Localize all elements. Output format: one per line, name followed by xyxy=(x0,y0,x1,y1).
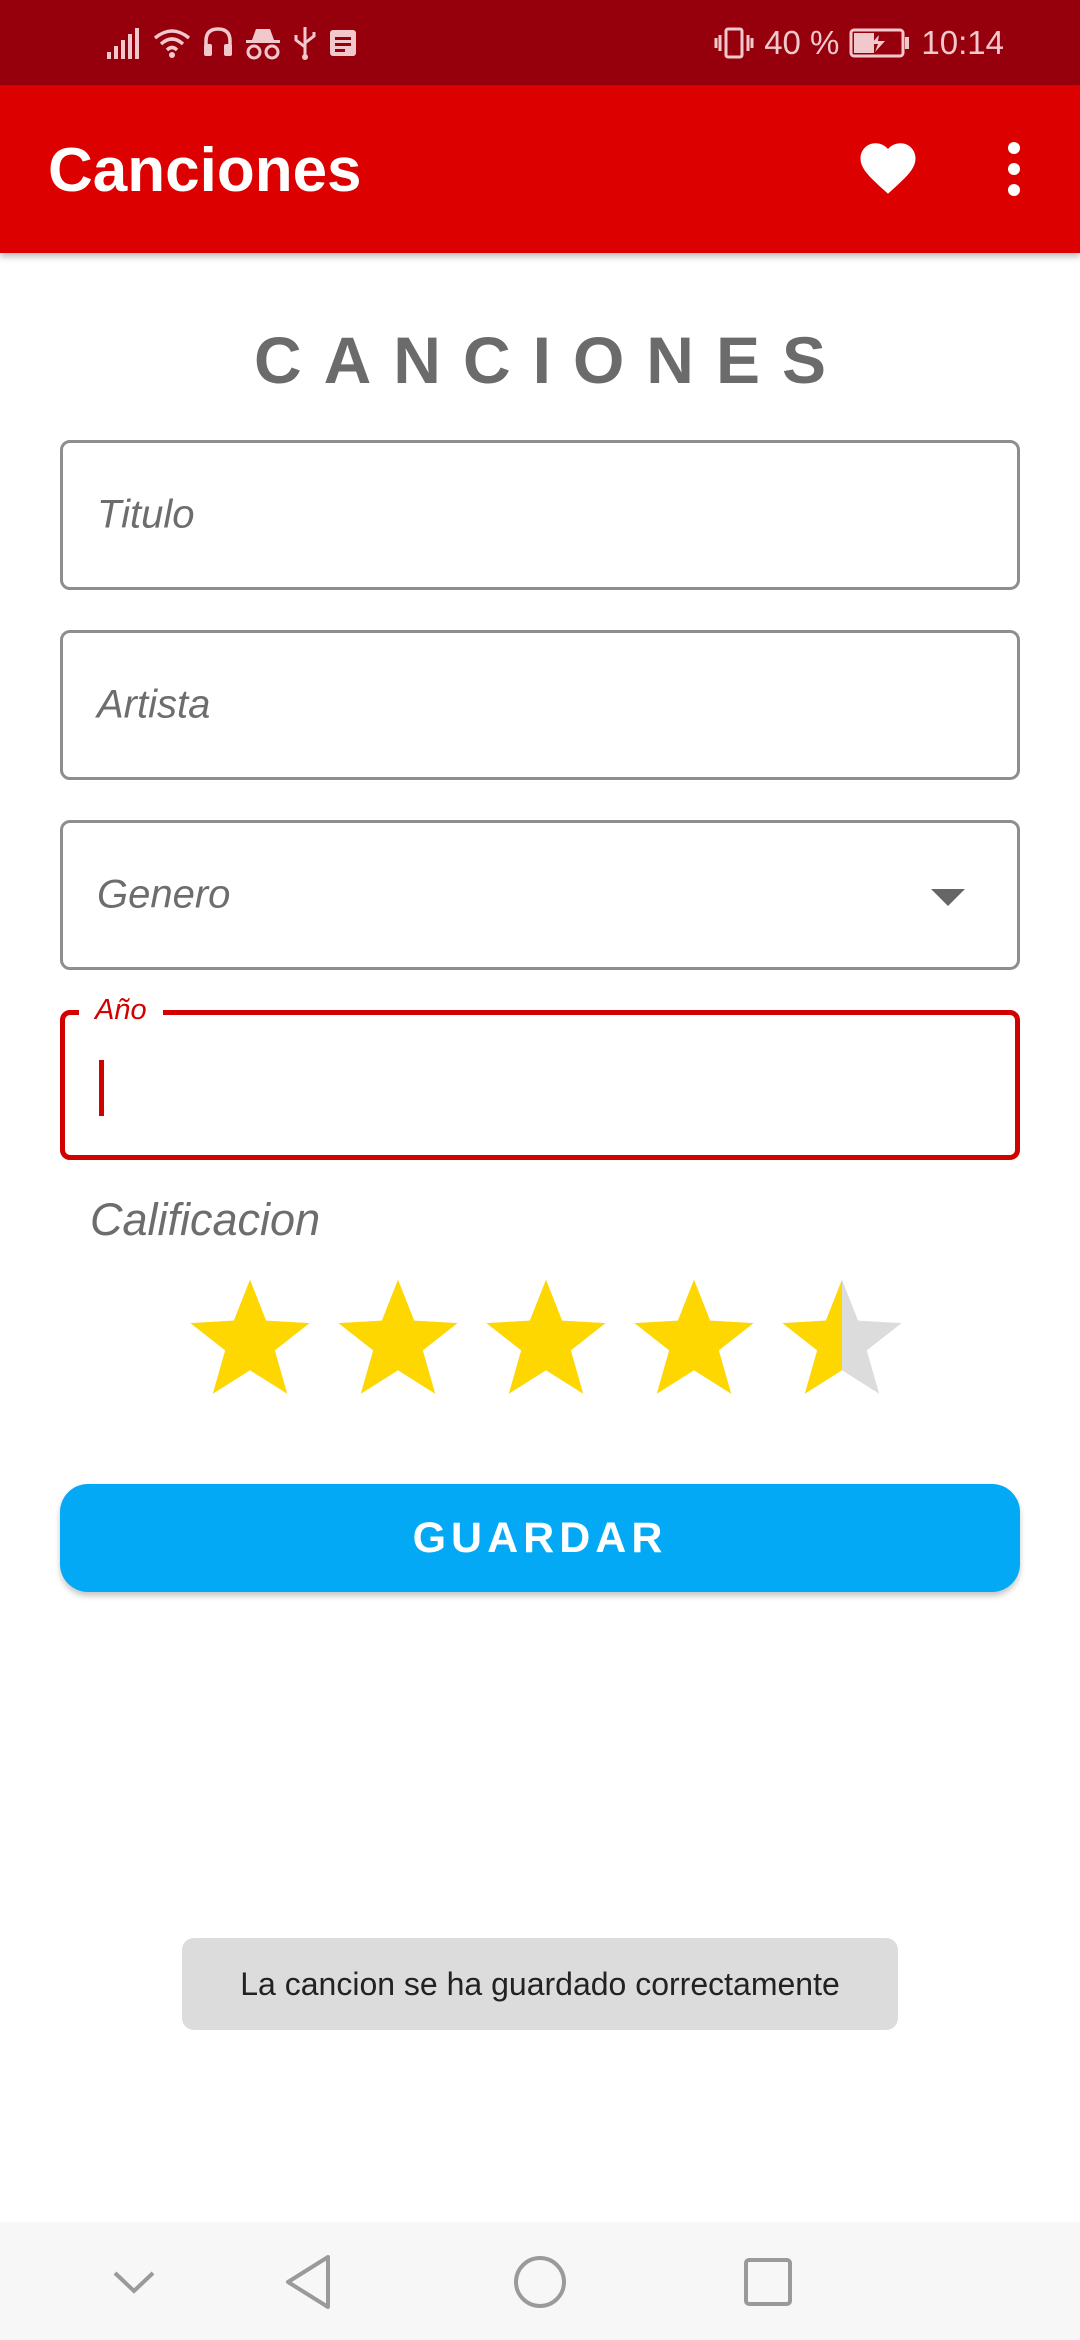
star-icon[interactable] xyxy=(484,1276,608,1400)
status-icons-right: 40 % 10:14 xyxy=(714,20,1004,66)
save-button[interactable]: GUARDAR xyxy=(60,1484,1020,1592)
app-bar: Canciones xyxy=(0,85,1080,253)
toast-message: La cancion se ha guardado correctamente xyxy=(182,1938,898,2030)
back-icon xyxy=(286,2255,330,2309)
year-label: Año xyxy=(79,985,163,1035)
wifi-icon xyxy=(153,29,191,58)
battery-charging-icon xyxy=(849,28,910,58)
signal-icon xyxy=(107,28,139,59)
clock: 10:14 xyxy=(921,24,1004,61)
star-icon[interactable] xyxy=(188,1276,312,1400)
recents-icon xyxy=(744,2258,792,2306)
status-icons-left xyxy=(106,22,358,64)
artist-placeholder: Artista xyxy=(97,682,211,727)
headset-icon xyxy=(204,27,232,56)
heart-icon xyxy=(860,143,916,194)
home-button[interactable] xyxy=(502,2244,578,2320)
rating-label: Calificacion xyxy=(90,1194,321,1245)
page-title: CANCIONES xyxy=(253,323,849,397)
genre-placeholder: Genero xyxy=(97,872,231,917)
favorites-button[interactable] xyxy=(855,135,921,201)
chevron-down-icon xyxy=(931,889,965,906)
artist-field[interactable]: Artista xyxy=(60,630,1020,780)
year-field[interactable]: Año xyxy=(60,985,1020,1160)
notification-icon xyxy=(330,30,356,56)
more-vert-icon xyxy=(1008,142,1020,154)
hide-nav-button[interactable] xyxy=(96,2244,172,2320)
incognito-icon xyxy=(246,29,280,60)
more-options-button[interactable] xyxy=(990,129,1038,209)
recents-button[interactable] xyxy=(730,2244,806,2320)
rating-bar[interactable] xyxy=(188,1276,904,1400)
battery-percent: 40 % xyxy=(764,24,840,61)
home-icon xyxy=(514,2256,566,2308)
title-field[interactable]: Titulo xyxy=(60,440,1020,590)
genre-dropdown[interactable]: Genero xyxy=(60,820,1020,970)
star-icon[interactable] xyxy=(780,1276,904,1400)
status-bar: 40 % 10:14 xyxy=(0,0,1080,85)
navigation-bar xyxy=(0,2222,1080,2340)
vibrate-icon xyxy=(714,27,754,59)
star-icon[interactable] xyxy=(632,1276,756,1400)
chevron-down-icon xyxy=(113,2271,155,2294)
title-placeholder: Titulo xyxy=(97,492,195,537)
star-icon[interactable] xyxy=(336,1276,460,1400)
app-title: Canciones xyxy=(48,136,362,205)
usb-icon xyxy=(294,27,316,60)
back-button[interactable] xyxy=(270,2244,346,2320)
text-cursor xyxy=(99,1060,104,1116)
